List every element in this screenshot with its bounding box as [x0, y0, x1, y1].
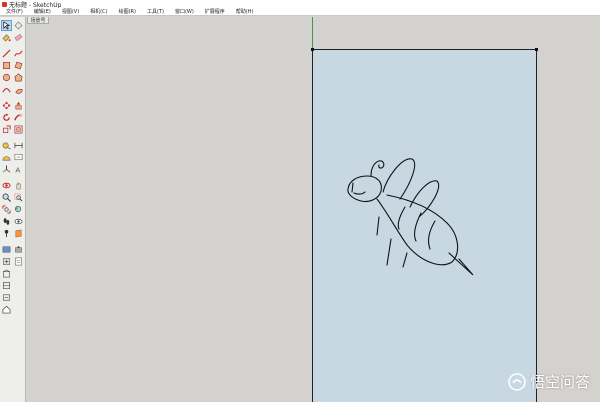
svg-text:A: A — [15, 166, 20, 174]
styles-tool-icon[interactable] — [1, 292, 12, 303]
wukong-logo-icon — [508, 372, 526, 391]
look-around-tool-icon[interactable] — [13, 216, 24, 227]
zoom-extents-tool-icon[interactable] — [1, 204, 12, 215]
menu-draw[interactable]: 绘图(R) — [119, 8, 136, 15]
eraser-tool-icon[interactable] — [13, 20, 24, 31]
line-tool-icon[interactable] — [1, 48, 12, 59]
pie-tool-icon[interactable] — [13, 84, 24, 95]
move-tool-icon[interactable] — [1, 100, 12, 111]
offset-tool-icon[interactable] — [13, 124, 24, 135]
3d-text-tool-icon[interactable]: A — [13, 164, 24, 175]
tape-measure-tool-icon[interactable] — [1, 140, 12, 151]
menu-file[interactable]: 文件(F) — [6, 8, 23, 15]
sketchup-window: 无标题 - SketchUp 文件(F) 编辑(E) 视图(V) 相机(C) 绘… — [0, 0, 600, 402]
follow-me-tool-icon[interactable] — [13, 112, 24, 123]
bee-sketch — [347, 158, 474, 276]
menu-bar: 文件(F) 编辑(E) 视图(V) 相机(C) 绘图(R) 工具(T) 窗口(W… — [0, 8, 600, 16]
materials-tool-icon[interactable] — [1, 280, 12, 291]
menu-camera[interactable]: 相机(C) — [90, 8, 107, 15]
eraser-pink-tool-icon[interactable] — [13, 32, 24, 43]
axes-tool-icon[interactable] — [1, 164, 12, 175]
push-pull-tool-icon[interactable] — [13, 100, 24, 111]
large-tool-set: A — [0, 17, 26, 402]
menu-edit[interactable]: 编辑(E) — [34, 8, 51, 15]
rotate-tool-icon[interactable] — [1, 112, 12, 123]
layout-tool-icon[interactable] — [13, 256, 24, 267]
extension-warehouse-tool-icon[interactable] — [1, 256, 12, 267]
arc-tool-icon[interactable] — [1, 84, 12, 95]
scale-tool-icon[interactable] — [1, 124, 12, 135]
select-tool-icon[interactable] — [1, 20, 12, 31]
circle-tool-icon[interactable] — [1, 72, 12, 83]
rotated-rectangle-tool-icon[interactable] — [13, 60, 24, 71]
zoom-tool-icon[interactable] — [1, 192, 12, 203]
menu-help[interactable]: 帮助(H) — [236, 8, 254, 15]
warehouse-tool-icon[interactable] — [1, 244, 12, 255]
zoom-window-tool-icon[interactable] — [13, 192, 24, 203]
protractor-tool-icon[interactable] — [1, 152, 12, 163]
position-camera-tool-icon[interactable] — [1, 228, 12, 239]
orbit-tool-icon[interactable] — [1, 180, 12, 191]
component-tool-icon[interactable] — [1, 268, 12, 279]
share-model-tool-icon[interactable] — [13, 244, 24, 255]
sketchup-app-icon — [2, 1, 7, 7]
menu-extensions[interactable]: 扩展程序 — [205, 8, 225, 15]
menu-tools[interactable]: 工具(T) — [147, 8, 164, 15]
pan-tool-icon[interactable] — [13, 180, 24, 191]
text-tool-icon[interactable] — [13, 152, 24, 163]
menu-window[interactable]: 窗口(W) — [175, 8, 194, 15]
drawing-viewport[interactable]: 场景号 悟空问答 — [27, 17, 600, 402]
watermark-text: 悟空问答 — [529, 373, 590, 391]
paint-bucket-tool-icon[interactable] — [1, 32, 12, 43]
polygon-tool-icon[interactable] — [13, 72, 24, 83]
section-plane-tool-icon[interactable] — [13, 228, 24, 239]
freehand-tool-icon[interactable] — [13, 48, 24, 59]
walk-tool-icon[interactable] — [1, 216, 12, 227]
dimension-tool-icon[interactable] — [13, 140, 24, 151]
menu-view[interactable]: 视图(V) — [62, 8, 79, 15]
title-bar: 无标题 - SketchUp — [0, 0, 600, 9]
rectangle-tool-icon[interactable] — [1, 60, 12, 71]
wukong-watermark: 悟空问答 — [508, 371, 590, 392]
house-tool-icon[interactable] — [1, 304, 12, 315]
previous-view-tool-icon[interactable] — [13, 204, 24, 215]
